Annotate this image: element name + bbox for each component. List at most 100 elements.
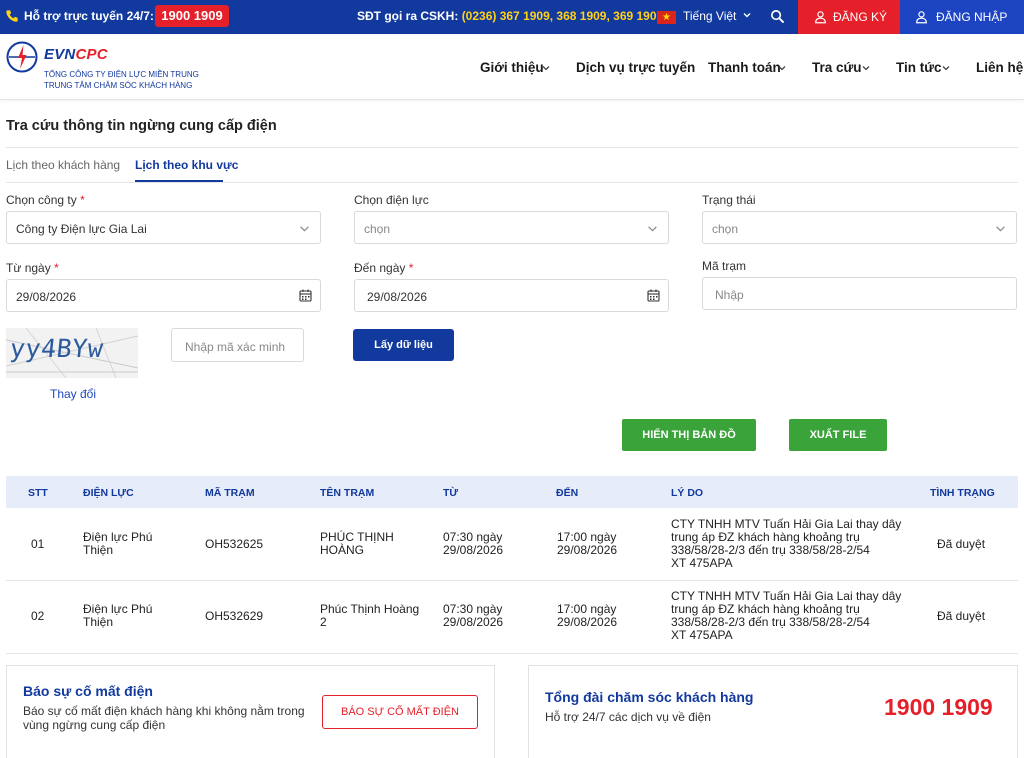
support-hotline-title: Tổng đài chăm sóc khách hàng (545, 689, 754, 705)
report-outage-button[interactable]: BÁO SỰ CỐ MẤT ĐIỆN (322, 695, 478, 729)
cell-ma-tram: OH532629 (205, 609, 264, 623)
column-header-den: ĐẾN (556, 487, 579, 499)
register-button[interactable]: ĐĂNG KÝ (798, 0, 900, 34)
search-icon[interactable] (770, 9, 785, 24)
hotline-label: Hỗ trợ trực tuyến 24/7: (24, 9, 154, 23)
vietnam-flag-icon: ★ (657, 11, 676, 24)
logo-subtitle-company: TỔNG CÔNG TY ĐIỆN LỰC MIỀN TRUNG (44, 70, 199, 79)
show-map-button[interactable]: HIỂN THỊ BẢN ĐỒ (622, 419, 756, 451)
page-title: Tra cứu thông tin ngừng cung cấp điện (6, 118, 277, 134)
site-header: EVNCPC TỔNG CÔNG TY ĐIỆN LỰC MIỀN TRUNG … (0, 34, 1024, 100)
user-icon (815, 11, 826, 24)
status-label: Trạng thái (702, 193, 756, 207)
calendar-icon[interactable] (299, 289, 312, 302)
cell-line: Thiện (83, 615, 114, 629)
cell-line: 2 (320, 615, 327, 629)
nav-tra-cuu[interactable]: Tra cứu (812, 60, 862, 75)
chevron-down-icon (743, 13, 751, 18)
to-date-label: Đến ngày * (354, 261, 413, 275)
table-header: STT ĐIỆN LỰC MÃ TRẠM TÊN TRẠM TỪ ĐẾN LÝ … (6, 476, 1018, 508)
to-date-value: 29/08/2026 (367, 290, 428, 304)
cell-line: 29/08/2026 (557, 543, 618, 557)
captcha-change-link[interactable]: Thay đổi (50, 387, 96, 401)
top-bar: Hỗ trợ trực tuyến 24/7: 1900 1909 SĐT gọ… (0, 0, 1024, 34)
column-header-tinh-trang: TÌNH TRẠNG (930, 487, 995, 499)
cell-line: XT 475APA (671, 556, 733, 570)
report-outage-description: Báo sự cố mất điện khách hàng khi không … (23, 704, 305, 732)
user-icon (916, 11, 927, 24)
captcha-input[interactable]: Nhập mã xác minh (171, 328, 304, 362)
chevron-down-icon (862, 66, 870, 71)
language-selector[interactable]: Tiếng Việt (683, 9, 736, 23)
status-select[interactable]: chọn (702, 211, 1017, 244)
cell-ly-do: CTY TNHH MTV Tuấn Hải Gia Lai thay dây t… (671, 518, 901, 570)
tab-divider (6, 182, 1018, 183)
logo-subtitle-center: TRUNG TÂM CHĂM SÓC KHÁCH HÀNG (44, 81, 193, 90)
chevron-down-icon (778, 66, 786, 71)
branch-label: Chọn điện lực (354, 193, 429, 207)
cell-den: 17:00 ngày 29/08/2026 (557, 603, 617, 629)
cell-line: Phúc Thịnh Hoàng (320, 602, 420, 616)
company-label-text: Chọn công ty (6, 193, 77, 207)
nav-thanh-toan[interactable]: Thanh toán (708, 60, 781, 75)
company-select[interactable]: Công ty Điện lực Gia Lai (6, 211, 321, 244)
captcha-input-placeholder: Nhập mã xác minh (185, 340, 286, 354)
column-header-dien-luc: ĐIỆN LỰC (83, 487, 134, 499)
branch-select[interactable]: chọn (354, 211, 669, 244)
station-code-label: Mã trạm (702, 259, 747, 273)
cell-line: 29/08/2026 (443, 615, 504, 629)
cell-tinh-trang: Đã duyệt (937, 609, 986, 623)
cell-line: XT 475APA (671, 628, 733, 642)
logo-text: EVNCPC (44, 46, 108, 63)
station-code-input[interactable]: Nhập (702, 277, 1017, 310)
table-row: 01 Điện lực Phú Thiện OH532625 PHÚC THỊN… (6, 508, 1018, 581)
captcha-text: yy4BYw (8, 334, 105, 363)
to-date-input[interactable]: 29/08/2026 (354, 279, 669, 312)
nav-lien-he[interactable]: Liên hệ (976, 60, 1023, 75)
cell-ten-tram: Phúc Thịnh Hoàng 2 (320, 603, 419, 629)
nav-dich-vu-truc-tuyen[interactable]: Dịch vụ trực tuyến (576, 60, 695, 75)
from-date-label-text: Từ ngày (6, 261, 51, 275)
login-label: ĐĂNG NHẬP (936, 10, 1008, 24)
calendar-icon[interactable] (647, 289, 660, 302)
nav-tin-tuc[interactable]: Tin tức (896, 60, 942, 75)
required-mark: * (408, 261, 414, 275)
support-hotline-number[interactable]: 1900 1909 (884, 694, 993, 721)
description-line: vùng ngừng cung cấp điện (23, 718, 166, 732)
station-code-placeholder: Nhập (715, 288, 744, 302)
fetch-data-button[interactable]: Lấy dữ liệu (353, 329, 454, 361)
export-file-button[interactable]: XUẤT FILE (789, 419, 887, 451)
cell-line: 29/08/2026 (557, 615, 618, 629)
chevron-down-icon (942, 66, 950, 71)
status-select-value: chọn (712, 222, 739, 236)
tab-lich-theo-khu-vuc[interactable]: Lịch theo khu vực (135, 158, 238, 172)
from-date-input[interactable]: 29/08/2026 (6, 279, 321, 312)
cell-line: 29/08/2026 (443, 543, 504, 557)
evn-logo-icon[interactable] (6, 41, 38, 73)
login-button[interactable]: ĐĂNG NHẬP (900, 0, 1024, 34)
tab-lich-theo-khach-hang[interactable]: Lịch theo khách hàng (6, 158, 120, 172)
active-tab-indicator (135, 180, 223, 182)
cell-tu: 07:30 ngày 29/08/2026 (443, 531, 503, 557)
hotline-button[interactable]: 1900 1909 (155, 5, 229, 27)
required-mark: * (80, 193, 85, 207)
company-select-value: Công ty Điện lực Gia Lai (16, 222, 147, 236)
captcha-image: yy4BYw (6, 328, 138, 378)
cell-tu: 07:30 ngày 29/08/2026 (443, 603, 503, 629)
cell-line: HOÀNG (320, 543, 365, 557)
branch-select-value: chọn (364, 222, 391, 236)
chevron-down-icon (996, 226, 1005, 232)
chevron-down-icon (648, 226, 657, 232)
table-row: 02 Điện lực Phú Thiện OH532629 Phúc Thịn… (6, 581, 1018, 654)
nav-gioi-thieu[interactable]: Giới thiệu (480, 60, 544, 75)
column-header-ma-tram: MÃ TRẠM (205, 487, 255, 499)
logo-evn: EVN (44, 46, 76, 63)
cell-dien-luc: Điện lực Phú Thiện (83, 603, 152, 629)
cskh-label: SĐT gọi ra CSKH: (357, 9, 459, 23)
cskh-phone-text: SĐT gọi ra CSKH: (0236) 367 1909, 368 19… (357, 9, 663, 23)
support-hotline-description: Hỗ trợ 24/7 các dịch vụ về điện (545, 710, 711, 724)
cell-dien-luc: Điện lực Phú Thiện (83, 531, 152, 557)
cell-line: Thiện (83, 543, 114, 557)
chevron-down-icon (300, 226, 309, 232)
chevron-down-icon (542, 66, 550, 71)
